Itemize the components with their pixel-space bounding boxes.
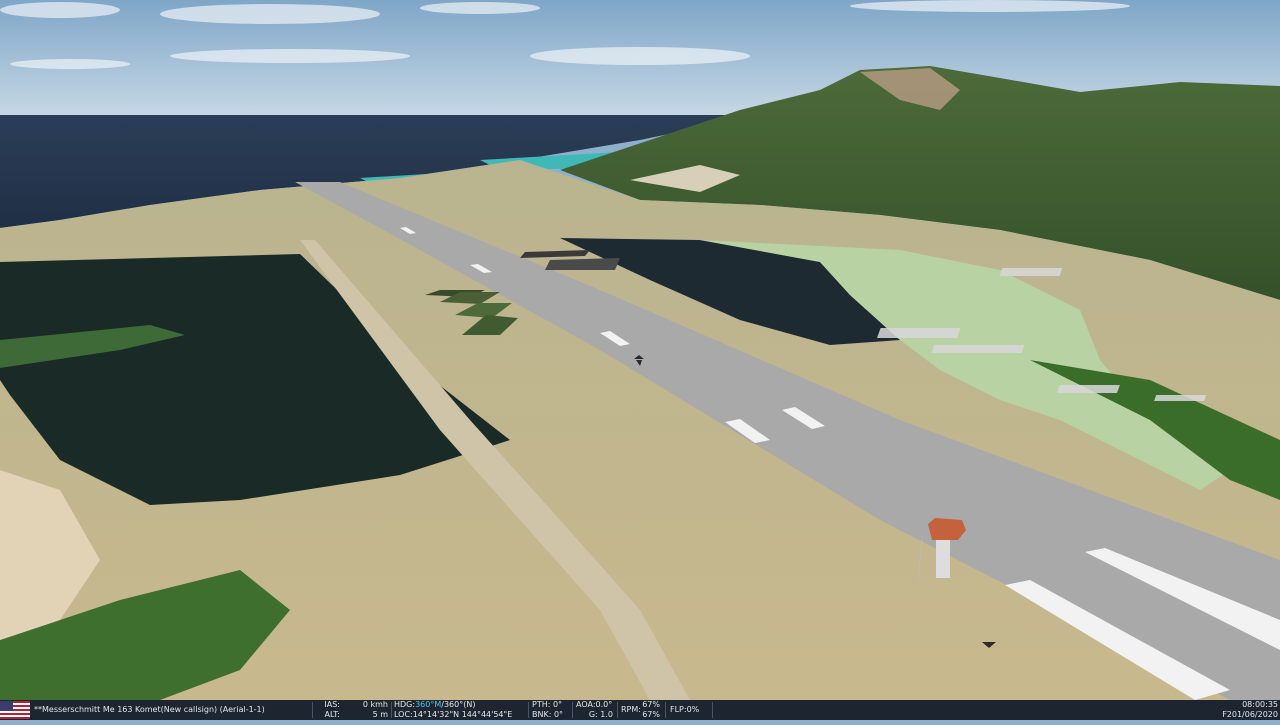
hdg-true: /360°(N) bbox=[441, 700, 476, 709]
flp: FLP:0% bbox=[670, 705, 710, 725]
bnk-value: 0° bbox=[553, 710, 564, 719]
ias-value: 0 kmh bbox=[362, 700, 388, 709]
loc-label: LOC: bbox=[394, 710, 413, 719]
3d-viewport[interactable] bbox=[0, 0, 1280, 700]
alt-label: ALT: bbox=[324, 710, 340, 719]
pth-label: PTH: bbox=[532, 700, 551, 709]
alt-value: 5 m bbox=[372, 710, 388, 719]
hdg-value: 360°M bbox=[415, 700, 442, 709]
clock: 08:00:35 F201/06/2020 bbox=[1200, 700, 1278, 720]
flag-usa-icon bbox=[0, 701, 30, 719]
flp-label: FLP: bbox=[670, 705, 687, 714]
hud-separator bbox=[528, 702, 529, 718]
aoa-label: AOA: bbox=[576, 700, 596, 709]
ias-alt-labels: IAS: ALT: bbox=[318, 700, 340, 720]
flp-value: 0% bbox=[686, 705, 700, 714]
pth-value: 0° bbox=[552, 700, 563, 709]
hud-separator bbox=[712, 702, 713, 718]
date: F201/06/2020 bbox=[1222, 710, 1278, 719]
aoa-value: 0.0° bbox=[595, 700, 613, 709]
unit-name: **Messerschmitt Me 163 Komet(New callsig… bbox=[34, 705, 265, 714]
hud-separator bbox=[312, 702, 313, 718]
g-label: G: bbox=[588, 710, 598, 719]
hud-separator bbox=[391, 702, 392, 718]
rpm-value-2: 67% bbox=[642, 710, 660, 719]
aoa-g: AOA:0.0° G: 1.0 bbox=[576, 700, 616, 720]
hud-separator bbox=[572, 702, 573, 718]
time: 08:00:35 bbox=[1242, 700, 1278, 709]
status-bar: **Messerschmitt Me 163 Komet(New callsig… bbox=[0, 700, 1280, 720]
hud-separator bbox=[665, 702, 666, 718]
bnk-label: BNK: bbox=[532, 710, 552, 719]
rpm-value-1: 67% bbox=[642, 700, 660, 709]
hdg-label: HDG: bbox=[394, 700, 416, 709]
hdg-loc: HDG:360°M/360°(N) LOC:14°14'32"N 144°44'… bbox=[394, 700, 524, 720]
hud-separator bbox=[617, 702, 618, 718]
rpm-values: 67% 67% bbox=[638, 700, 660, 720]
g-value: 1.0 bbox=[600, 710, 613, 719]
loc-value: 14°14'32"N 144°44'54"E bbox=[412, 710, 513, 719]
ias-label: IAS: bbox=[324, 700, 340, 709]
pth-bnk: PTH: 0° BNK: 0° bbox=[532, 700, 572, 720]
ias-alt-values: 0 kmh 5 m bbox=[342, 700, 388, 720]
